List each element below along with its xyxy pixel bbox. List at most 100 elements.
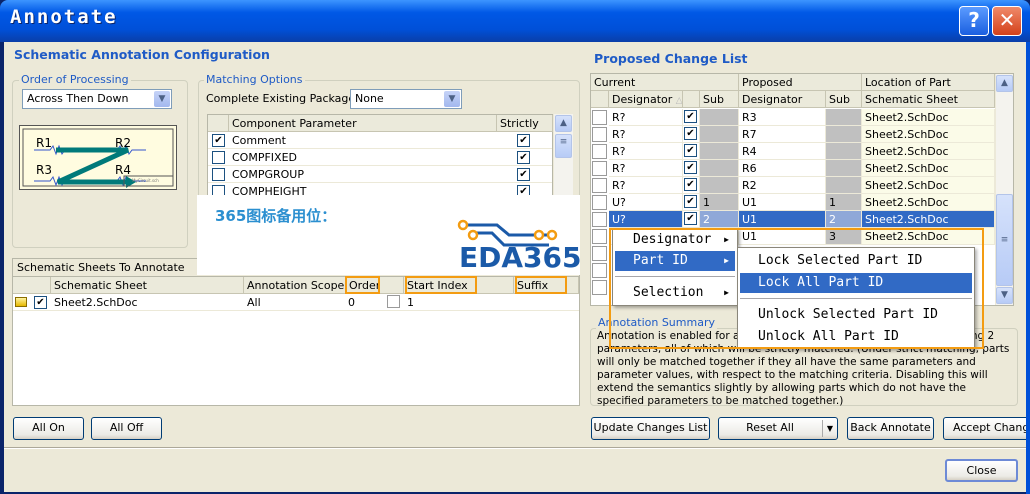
all-off-button[interactable]: All Off [91,417,162,440]
order-dropdown[interactable]: Across Then Down ▼ [22,89,172,109]
parameter-row[interactable]: COMPFIXED ✔ [208,149,552,166]
parameter-row[interactable]: COMPGROUP ✔ [208,166,552,183]
column-header-sheet[interactable]: Schematic Sheet [862,91,995,108]
menu-item-part-id[interactable]: Part ID ▶ [615,251,735,271]
group-header-location: Location of Part [862,74,995,91]
column-header-scope[interactable]: Annotation Scope [244,277,346,294]
help-button[interactable]: ? [959,6,989,36]
row-enabled-checkbox[interactable]: ✔ [684,212,697,225]
menu-item-lock-all[interactable]: Lock All Part ID [740,273,972,293]
column-header-current-designator[interactable]: Designator △ [609,91,683,108]
schematic-sheet: Sheet2.SchDoc [862,126,995,143]
group-header-proposed: Proposed [739,74,862,91]
row-enabled-checkbox[interactable]: ✔ [684,144,697,157]
row-lock-checkbox[interactable] [592,280,607,295]
config-heading: Schematic Annotation Configuration [14,47,270,62]
back-annotate-button[interactable]: Back Annotate [847,417,934,440]
menu-item-unlock-selected[interactable]: Unlock Selected Part ID [740,305,972,325]
complete-packages-dropdown[interactable]: None ▼ [350,89,462,109]
current-sub [700,160,739,177]
all-on-button[interactable]: All On [13,417,84,440]
row-lock-checkbox[interactable] [592,263,607,278]
column-header-strictly[interactable]: Strictly [497,115,553,132]
close-window-button[interactable]: ✕ [992,6,1022,36]
column-header-parameter[interactable]: Component Parameter [229,115,497,132]
column-header-sheet[interactable]: Schematic Sheet [51,277,244,294]
current-designator: R? [609,160,683,177]
current-sub [700,143,739,160]
schematic-sheet: Sheet2.SchDoc [862,211,995,228]
row-enabled-checkbox[interactable]: ✔ [684,195,697,208]
table-row[interactable]: R? ✔ R3 Sheet2.SchDoc [591,109,995,126]
change-list-scrollbar[interactable]: ▲ ≡ ▼ [995,74,1013,305]
row-lock-checkbox[interactable] [592,144,607,159]
sort-ascending-icon: △ [675,96,683,106]
row-lock-checkbox[interactable] [592,246,607,261]
row-lock-checkbox[interactable] [592,161,607,176]
dropdown-arrow-icon[interactable]: ▼ [822,420,837,437]
strictly-checkbox[interactable]: ✔ [517,168,530,181]
row-lock-checkbox[interactable] [592,229,607,244]
menu-item-designator[interactable]: Designator ▶ [615,230,735,250]
sheet-scope[interactable]: All [247,296,261,309]
table-row[interactable]: R? ✔ R6 Sheet2.SchDoc [591,160,995,177]
row-lock-checkbox[interactable] [592,212,607,227]
current-designator: U? [609,211,683,228]
submenu-arrow-icon: ▶ [724,235,729,244]
scroll-thumb[interactable]: ≡ [996,194,1013,286]
strictly-checkbox[interactable]: ✔ [517,151,530,164]
order-value: Across Then Down [27,92,129,105]
schematic-sheet: Sheet2.SchDoc [862,109,995,126]
parameter-scrollbar[interactable]: ▲ ≡ [553,114,573,204]
order-preview: R1 R2 R3 R4 MyCircuit.sch [19,125,177,201]
watermark-text: 365图标备用位： [215,207,337,225]
table-row[interactable]: R? ✔ R4 Sheet2.SchDoc [591,143,995,160]
scroll-down-icon[interactable]: ▼ [996,287,1013,304]
change-list-heading: Proposed Change List [594,51,748,66]
accept-changes-button[interactable]: Accept Changes [943,417,1030,440]
window-title: Annotate [10,6,118,28]
start-index-checkbox[interactable] [387,295,400,308]
menu-item-unlock-all[interactable]: Unlock All Part ID [740,327,972,347]
proposed-sub [826,109,862,126]
parameter-row[interactable]: ✔ Comment ✔ [208,132,552,149]
sheet-name: Sheet2.SchDoc [54,296,138,309]
parameter-name: COMPFIXED [232,151,297,164]
current-sub [700,177,739,194]
strictly-checkbox[interactable]: ✔ [517,134,530,147]
reset-all-button[interactable]: Reset All ▼ [718,417,838,440]
row-lock-checkbox[interactable] [592,195,607,210]
order-group-label: Order of Processing [19,73,131,86]
table-row[interactable]: U? ✔ 2 U1 2 Sheet2.SchDoc [591,211,995,228]
menu-item-selection[interactable]: Selection ▶ [615,283,735,303]
scroll-up-icon[interactable]: ▲ [996,75,1013,92]
table-row[interactable]: U? ✔ 1 U1 1 Sheet2.SchDoc [591,194,995,211]
row-enabled-checkbox[interactable]: ✔ [684,161,697,174]
row-lock-checkbox[interactable] [592,127,607,142]
row-enabled-checkbox[interactable]: ✔ [684,127,697,140]
close-button[interactable]: Close [945,459,1018,482]
column-header-current-sub[interactable]: Sub [700,91,739,108]
parameter-checkbox[interactable] [212,151,225,164]
sheet-order[interactable]: 0 [348,296,355,309]
scroll-thumb[interactable]: ≡ [555,134,572,158]
parameter-checkbox[interactable] [212,168,225,181]
parameter-checkbox[interactable]: ✔ [212,134,225,147]
table-row[interactable]: R? ✔ R7 Sheet2.SchDoc [591,126,995,143]
row-enabled-checkbox[interactable]: ✔ [684,178,697,191]
row-lock-checkbox[interactable] [592,178,607,193]
context-menu: Designator ▶ Part ID ▶ Selection ▶ [612,228,738,306]
column-header-proposed-sub[interactable]: Sub [826,91,862,108]
table-row[interactable]: R? ✔ R2 Sheet2.SchDoc [591,177,995,194]
column-header-proposed-designator[interactable]: Designator [739,91,826,108]
schematic-sheet: Sheet2.SchDoc [862,143,995,160]
table-row[interactable]: ✔ Sheet2.SchDoc All 0 1 [13,294,579,311]
row-lock-checkbox[interactable] [592,110,607,125]
current-designator: R? [609,126,683,143]
sheet-enabled-checkbox[interactable]: ✔ [34,296,47,309]
scroll-up-icon[interactable]: ▲ [555,115,572,132]
sheet-start-index[interactable]: 1 [407,296,414,309]
menu-item-lock-selected[interactable]: Lock Selected Part ID [740,251,972,271]
update-changes-button[interactable]: Update Changes List [591,417,710,440]
row-enabled-checkbox[interactable]: ✔ [684,110,697,123]
